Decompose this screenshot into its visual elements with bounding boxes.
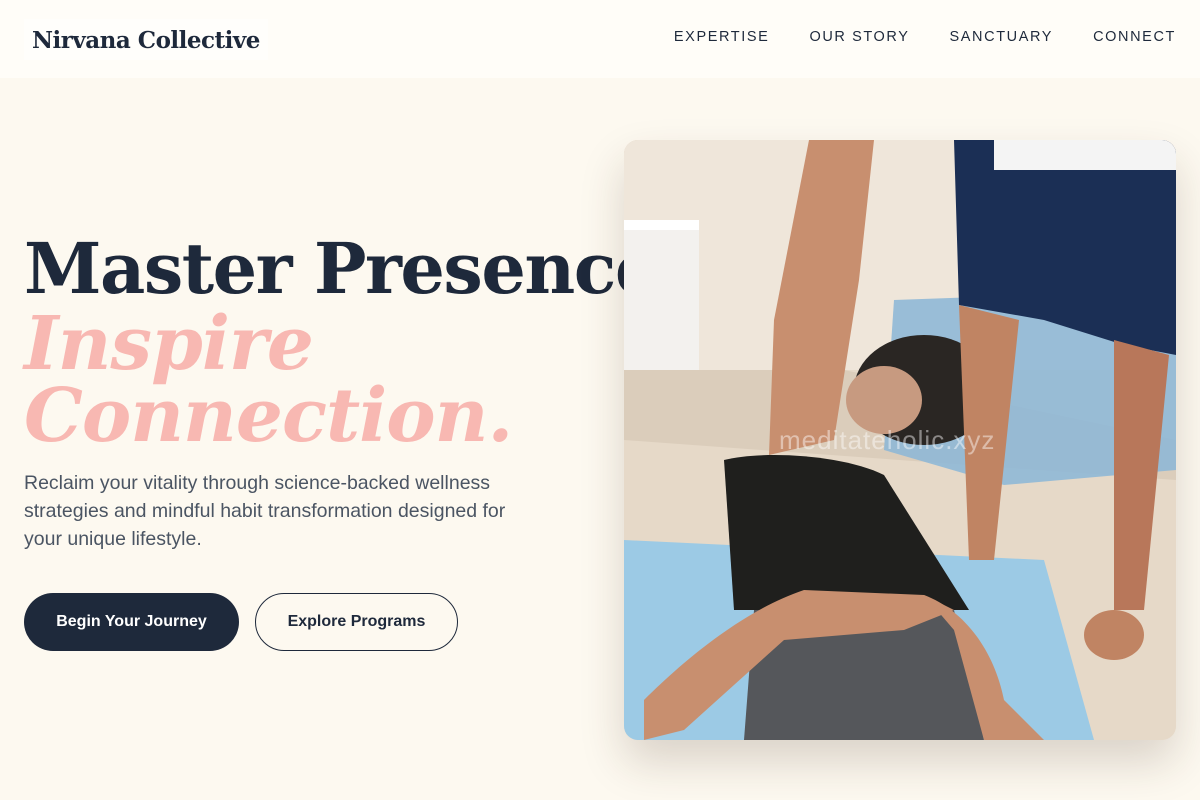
brand-logo[interactable]: Nirvana Collective xyxy=(24,18,268,60)
hero-title-line-3: Connection. xyxy=(24,373,513,459)
hero-title-line-1: Master Presence, xyxy=(24,227,682,310)
image-watermark: meditateholic.xyz xyxy=(779,425,996,455)
hero-title: Master Presence, Inspire Connection. xyxy=(24,227,682,459)
begin-journey-button[interactable]: Begin Your Journey xyxy=(24,593,239,651)
nav-item-expertise[interactable]: EXPERTISE xyxy=(674,29,770,45)
nav-item-our-story[interactable]: OUR STORY xyxy=(809,29,909,45)
nav-item-connect[interactable]: CONNECT xyxy=(1093,29,1176,45)
explore-programs-button[interactable]: Explore Programs xyxy=(255,593,458,651)
hero-title-line-2: Inspire xyxy=(24,301,314,387)
hero-image: meditateholic.xyz xyxy=(624,140,1176,740)
site-header: Nirvana Collective EXPERTISE OUR STORY S… xyxy=(0,0,1200,78)
nav-item-sanctuary[interactable]: SANCTUARY xyxy=(950,29,1054,45)
hero-subtitle: Reclaim your vitality through science-ba… xyxy=(24,472,506,550)
main-nav: EXPERTISE OUR STORY SANCTUARY CONNECT xyxy=(674,29,1176,45)
